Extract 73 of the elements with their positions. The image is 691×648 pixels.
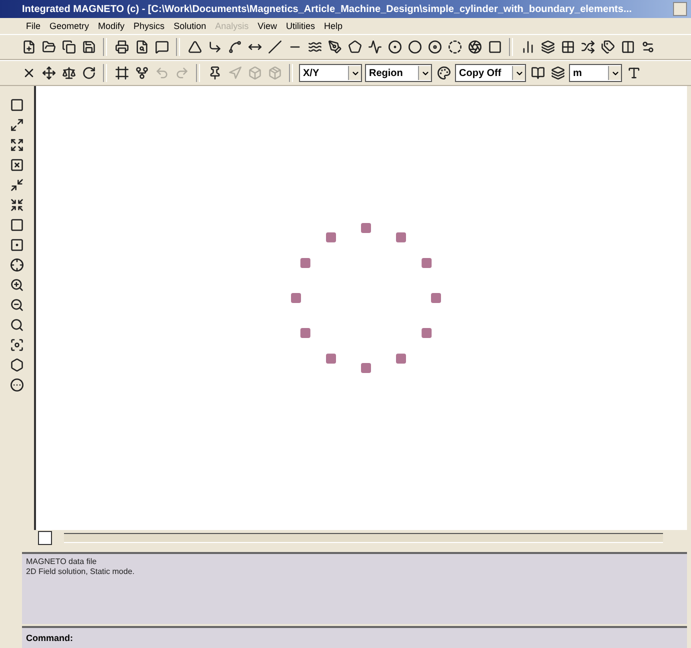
copy-icon[interactable]: [60, 38, 77, 56]
boundary-point: [422, 258, 432, 268]
rectangle-icon[interactable]: [486, 38, 503, 56]
boundary-point: [300, 328, 310, 338]
boundary-point: [361, 223, 371, 233]
boundary-point: [361, 363, 371, 373]
window-title: Integrated MAGNETO (c) - [C:\Work\Documents\Magnetics_Article_Machine_Design\simple_cylinder_with_boundary_elements...: [22, 4, 633, 14]
dashed-circle-icon[interactable]: [446, 38, 463, 56]
menu-item[interactable]: Help: [324, 21, 342, 31]
pen-icon[interactable]: [326, 38, 343, 56]
menu-item[interactable]: Modify: [98, 21, 125, 31]
rotate-icon[interactable]: [80, 64, 97, 82]
boundary-point: [326, 354, 336, 364]
focus-icon[interactable]: [8, 336, 26, 354]
printer-icon[interactable]: [113, 38, 130, 56]
boundary-point: [396, 232, 406, 242]
layers-icon[interactable]: [549, 64, 566, 82]
triangle-icon[interactable]: [186, 38, 203, 56]
zoom-out-icon[interactable]: [8, 296, 26, 314]
fit-icon[interactable]: [8, 116, 26, 134]
collapse-icon[interactable]: [8, 196, 26, 214]
boundary-point: [291, 293, 301, 303]
polygon-icon[interactable]: [346, 38, 363, 56]
horizontal-scrollbar[interactable]: [64, 533, 663, 543]
disc-icon[interactable]: [426, 38, 443, 56]
crosshair-icon[interactable]: [8, 256, 26, 274]
shrink-icon[interactable]: [8, 176, 26, 194]
hexagon-icon[interactable]: [8, 356, 26, 374]
boundary-point: [300, 258, 310, 268]
aperture-icon[interactable]: [466, 38, 483, 56]
polyline-icon[interactable]: [366, 38, 383, 56]
palette-icon[interactable]: [435, 64, 452, 82]
expand-icon[interactable]: [8, 136, 26, 154]
circle-icon[interactable]: [406, 38, 423, 56]
entity-dropdown[interactable]: Region: [365, 64, 432, 82]
command-bar[interactable]: Command:: [22, 626, 687, 648]
menu-item[interactable]: File: [26, 21, 41, 31]
save-icon[interactable]: [80, 38, 97, 56]
restore-button[interactable]: [673, 2, 687, 16]
command-label: Command:: [26, 633, 73, 643]
fork-icon[interactable]: [133, 64, 150, 82]
boundary-point: [422, 328, 432, 338]
copy-mode-dropdown[interactable]: Copy Off: [455, 64, 526, 82]
output-line: 2D Field solution, Static mode.: [26, 567, 136, 577]
ellipse-icon[interactable]: [8, 376, 26, 394]
slash-line-icon[interactable]: [266, 38, 283, 56]
search-icon[interactable]: [8, 316, 26, 334]
menu-item[interactable]: Solution: [174, 21, 206, 31]
menu-item[interactable]: View: [258, 21, 277, 31]
layers-icon[interactable]: [539, 38, 556, 56]
square-icon[interactable]: [8, 216, 26, 234]
spline-icon[interactable]: [226, 38, 243, 56]
zoom-in-icon[interactable]: [8, 276, 26, 294]
circle-dot-icon[interactable]: [386, 38, 403, 56]
boundary-point: [431, 293, 441, 303]
plane-dropdown[interactable]: X/Y: [299, 64, 362, 82]
scroll-button[interactable]: [38, 531, 52, 545]
speech-bubble-icon[interactable]: [153, 38, 170, 56]
output-line: MAGNETO data file: [26, 557, 98, 567]
columns-icon[interactable]: [619, 38, 636, 56]
units-dropdown[interactable]: m: [569, 64, 622, 82]
menu-item[interactable]: Geometry: [50, 21, 90, 31]
boundary-point: [326, 232, 336, 242]
book-icon[interactable]: [529, 64, 546, 82]
cross-square-icon[interactable]: [8, 156, 26, 174]
tags-icon[interactable]: [599, 38, 616, 56]
grid-icon[interactable]: [559, 38, 576, 56]
window-icon[interactable]: [8, 96, 26, 114]
boundary-point: [396, 354, 406, 364]
move-icon[interactable]: [40, 64, 57, 82]
menu-item[interactable]: Physics: [134, 21, 165, 31]
menu-item[interactable]: Utilities: [286, 21, 315, 31]
shuffle-icon[interactable]: [579, 38, 596, 56]
